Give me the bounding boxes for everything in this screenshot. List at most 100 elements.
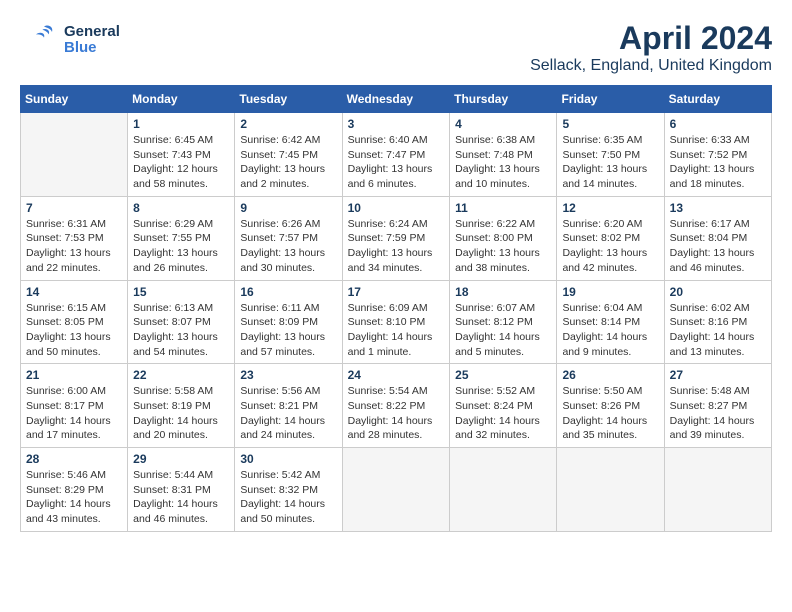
calendar-table: SundayMondayTuesdayWednesdayThursdayFrid… bbox=[20, 85, 772, 532]
calendar-cell: 29 Sunrise: 5:44 AM Sunset: 8:31 PM Dayli… bbox=[128, 448, 235, 532]
calendar-cell bbox=[664, 448, 771, 532]
calendar-cell: 2Sunrise: 6:42 AM Sunset: 7:45 PM Daylig… bbox=[235, 113, 342, 197]
day-number: 4 bbox=[455, 117, 551, 131]
logo-blue-text: Blue bbox=[64, 40, 120, 57]
day-number: 22 bbox=[133, 368, 229, 382]
day-number: 26 bbox=[562, 368, 658, 382]
day-info: Sunrise: 6:42 AM Sunset: 7:45 PM Dayligh… bbox=[240, 133, 336, 192]
calendar-cell: 10 Sunrise: 6:24 AM Sunset: 7:59 PM Dayli… bbox=[342, 196, 450, 280]
day-info: Sunrise: 5:48 AM Sunset: 8:27 PM Dayligh… bbox=[670, 384, 766, 443]
day-number: 28 bbox=[26, 452, 122, 466]
day-info: Sunrise: 6:07 AM Sunset: 8:12 PM Dayligh… bbox=[455, 301, 551, 360]
calendar-cell: 30Sunrise: 5:42 AM Sunset: 8:32 PM Dayli… bbox=[235, 448, 342, 532]
day-info: Sunrise: 6:35 AM Sunset: 7:50 PM Dayligh… bbox=[562, 133, 658, 192]
day-info: Sunrise: 6:24 AM Sunset: 7:59 PM Dayligh… bbox=[348, 217, 445, 276]
day-info: Sunrise: 6:13 AM Sunset: 8:07 PM Dayligh… bbox=[133, 301, 229, 360]
header-tuesday: Tuesday bbox=[235, 86, 342, 113]
calendar-cell: 14 Sunrise: 6:15 AM Sunset: 8:05 PM Dayli… bbox=[21, 280, 128, 364]
header-monday: Monday bbox=[128, 86, 235, 113]
logo: General Blue bbox=[20, 20, 120, 60]
calendar-cell: 20 Sunrise: 6:02 AM Sunset: 8:16 PM Dayli… bbox=[664, 280, 771, 364]
calendar-cell: 26 Sunrise: 5:50 AM Sunset: 8:26 PM Dayli… bbox=[557, 364, 664, 448]
day-info: Sunrise: 6:31 AM Sunset: 7:53 PM Dayligh… bbox=[26, 217, 122, 276]
week-row-2: 14 Sunrise: 6:15 AM Sunset: 8:05 PM Dayli… bbox=[21, 280, 772, 364]
header-sunday: Sunday bbox=[21, 86, 128, 113]
day-number: 8 bbox=[133, 201, 229, 215]
calendar-header: SundayMondayTuesdayWednesdayThursdayFrid… bbox=[21, 86, 772, 113]
day-info: Sunrise: 6:29 AM Sunset: 7:55 PM Dayligh… bbox=[133, 217, 229, 276]
day-info: Sunrise: 6:20 AM Sunset: 8:02 PM Dayligh… bbox=[562, 217, 658, 276]
day-number: 23 bbox=[240, 368, 336, 382]
calendar-cell bbox=[21, 113, 128, 197]
day-info: Sunrise: 5:56 AM Sunset: 8:21 PM Dayligh… bbox=[240, 384, 336, 443]
day-info: Sunrise: 6:11 AM Sunset: 8:09 PM Dayligh… bbox=[240, 301, 336, 360]
calendar-cell: 24Sunrise: 5:54 AM Sunset: 8:22 PM Dayli… bbox=[342, 364, 450, 448]
calendar-cell: 12 Sunrise: 6:20 AM Sunset: 8:02 PM Dayli… bbox=[557, 196, 664, 280]
calendar-cell: 7 Sunrise: 6:31 AM Sunset: 7:53 PM Daylig… bbox=[21, 196, 128, 280]
day-number: 29 bbox=[133, 452, 229, 466]
header-thursday: Thursday bbox=[450, 86, 557, 113]
title-block: April 2024 Sellack, England, United King… bbox=[530, 20, 772, 75]
day-number: 13 bbox=[670, 201, 766, 215]
week-row-0: 1Sunrise: 6:45 AM Sunset: 7:43 PM Daylig… bbox=[21, 113, 772, 197]
logo-icon bbox=[20, 20, 60, 60]
day-info: Sunrise: 5:58 AM Sunset: 8:19 PM Dayligh… bbox=[133, 384, 229, 443]
day-info: Sunrise: 5:46 AM Sunset: 8:29 PM Dayligh… bbox=[26, 468, 122, 527]
calendar-cell: 21Sunrise: 6:00 AM Sunset: 8:17 PM Dayli… bbox=[21, 364, 128, 448]
calendar-cell bbox=[557, 448, 664, 532]
calendar-cell: 5 Sunrise: 6:35 AM Sunset: 7:50 PM Daylig… bbox=[557, 113, 664, 197]
calendar-cell: 3Sunrise: 6:40 AM Sunset: 7:47 PM Daylig… bbox=[342, 113, 450, 197]
day-number: 20 bbox=[670, 285, 766, 299]
day-info: Sunrise: 6:09 AM Sunset: 8:10 PM Dayligh… bbox=[348, 301, 445, 360]
day-number: 5 bbox=[562, 117, 658, 131]
day-info: Sunrise: 5:42 AM Sunset: 8:32 PM Dayligh… bbox=[240, 468, 336, 527]
day-info: Sunrise: 6:17 AM Sunset: 8:04 PM Dayligh… bbox=[670, 217, 766, 276]
calendar-cell: 9Sunrise: 6:26 AM Sunset: 7:57 PM Daylig… bbox=[235, 196, 342, 280]
calendar-cell: 16 Sunrise: 6:11 AM Sunset: 8:09 PM Dayli… bbox=[235, 280, 342, 364]
calendar-cell: 25Sunrise: 5:52 AM Sunset: 8:24 PM Dayli… bbox=[450, 364, 557, 448]
day-number: 14 bbox=[26, 285, 122, 299]
logo-name: General Blue bbox=[64, 24, 120, 57]
month-title: April 2024 bbox=[530, 20, 772, 57]
day-number: 12 bbox=[562, 201, 658, 215]
calendar-cell: 15 Sunrise: 6:13 AM Sunset: 8:07 PM Dayli… bbox=[128, 280, 235, 364]
location-text: Sellack, England, United Kingdom bbox=[530, 57, 772, 75]
day-number: 15 bbox=[133, 285, 229, 299]
calendar-cell: 4 Sunrise: 6:38 AM Sunset: 7:48 PM Daylig… bbox=[450, 113, 557, 197]
day-number: 10 bbox=[348, 201, 445, 215]
day-info: Sunrise: 6:38 AM Sunset: 7:48 PM Dayligh… bbox=[455, 133, 551, 192]
calendar-cell: 22 Sunrise: 5:58 AM Sunset: 8:19 PM Dayli… bbox=[128, 364, 235, 448]
calendar-cell: 13 Sunrise: 6:17 AM Sunset: 8:04 PM Dayli… bbox=[664, 196, 771, 280]
day-info: Sunrise: 6:02 AM Sunset: 8:16 PM Dayligh… bbox=[670, 301, 766, 360]
calendar-cell: 1Sunrise: 6:45 AM Sunset: 7:43 PM Daylig… bbox=[128, 113, 235, 197]
header-wednesday: Wednesday bbox=[342, 86, 450, 113]
day-number: 6 bbox=[670, 117, 766, 131]
calendar-body: 1Sunrise: 6:45 AM Sunset: 7:43 PM Daylig… bbox=[21, 113, 772, 532]
calendar-cell: 27 Sunrise: 5:48 AM Sunset: 8:27 PM Dayli… bbox=[664, 364, 771, 448]
day-info: Sunrise: 6:33 AM Sunset: 7:52 PM Dayligh… bbox=[670, 133, 766, 192]
day-info: Sunrise: 5:44 AM Sunset: 8:31 PM Dayligh… bbox=[133, 468, 229, 527]
day-info: Sunrise: 5:54 AM Sunset: 8:22 PM Dayligh… bbox=[348, 384, 445, 443]
day-info: Sunrise: 5:50 AM Sunset: 8:26 PM Dayligh… bbox=[562, 384, 658, 443]
day-info: Sunrise: 6:22 AM Sunset: 8:00 PM Dayligh… bbox=[455, 217, 551, 276]
day-info: Sunrise: 6:04 AM Sunset: 8:14 PM Dayligh… bbox=[562, 301, 658, 360]
day-info: Sunrise: 6:15 AM Sunset: 8:05 PM Dayligh… bbox=[26, 301, 122, 360]
day-info: Sunrise: 6:45 AM Sunset: 7:43 PM Dayligh… bbox=[133, 133, 229, 192]
calendar-cell: 28 Sunrise: 5:46 AM Sunset: 8:29 PM Dayli… bbox=[21, 448, 128, 532]
calendar-cell: 23 Sunrise: 5:56 AM Sunset: 8:21 PM Dayli… bbox=[235, 364, 342, 448]
day-number: 16 bbox=[240, 285, 336, 299]
day-number: 3 bbox=[348, 117, 445, 131]
calendar-cell: 8 Sunrise: 6:29 AM Sunset: 7:55 PM Daylig… bbox=[128, 196, 235, 280]
day-info: Sunrise: 5:52 AM Sunset: 8:24 PM Dayligh… bbox=[455, 384, 551, 443]
logo-general-text: General bbox=[64, 24, 120, 41]
header-saturday: Saturday bbox=[664, 86, 771, 113]
day-number: 7 bbox=[26, 201, 122, 215]
calendar-cell: 19Sunrise: 6:04 AM Sunset: 8:14 PM Dayli… bbox=[557, 280, 664, 364]
day-number: 18 bbox=[455, 285, 551, 299]
day-number: 11 bbox=[455, 201, 551, 215]
calendar-cell: 17Sunrise: 6:09 AM Sunset: 8:10 PM Dayli… bbox=[342, 280, 450, 364]
day-number: 27 bbox=[670, 368, 766, 382]
calendar-cell: 6 Sunrise: 6:33 AM Sunset: 7:52 PM Daylig… bbox=[664, 113, 771, 197]
calendar-cell bbox=[450, 448, 557, 532]
calendar-cell: 18 Sunrise: 6:07 AM Sunset: 8:12 PM Dayli… bbox=[450, 280, 557, 364]
